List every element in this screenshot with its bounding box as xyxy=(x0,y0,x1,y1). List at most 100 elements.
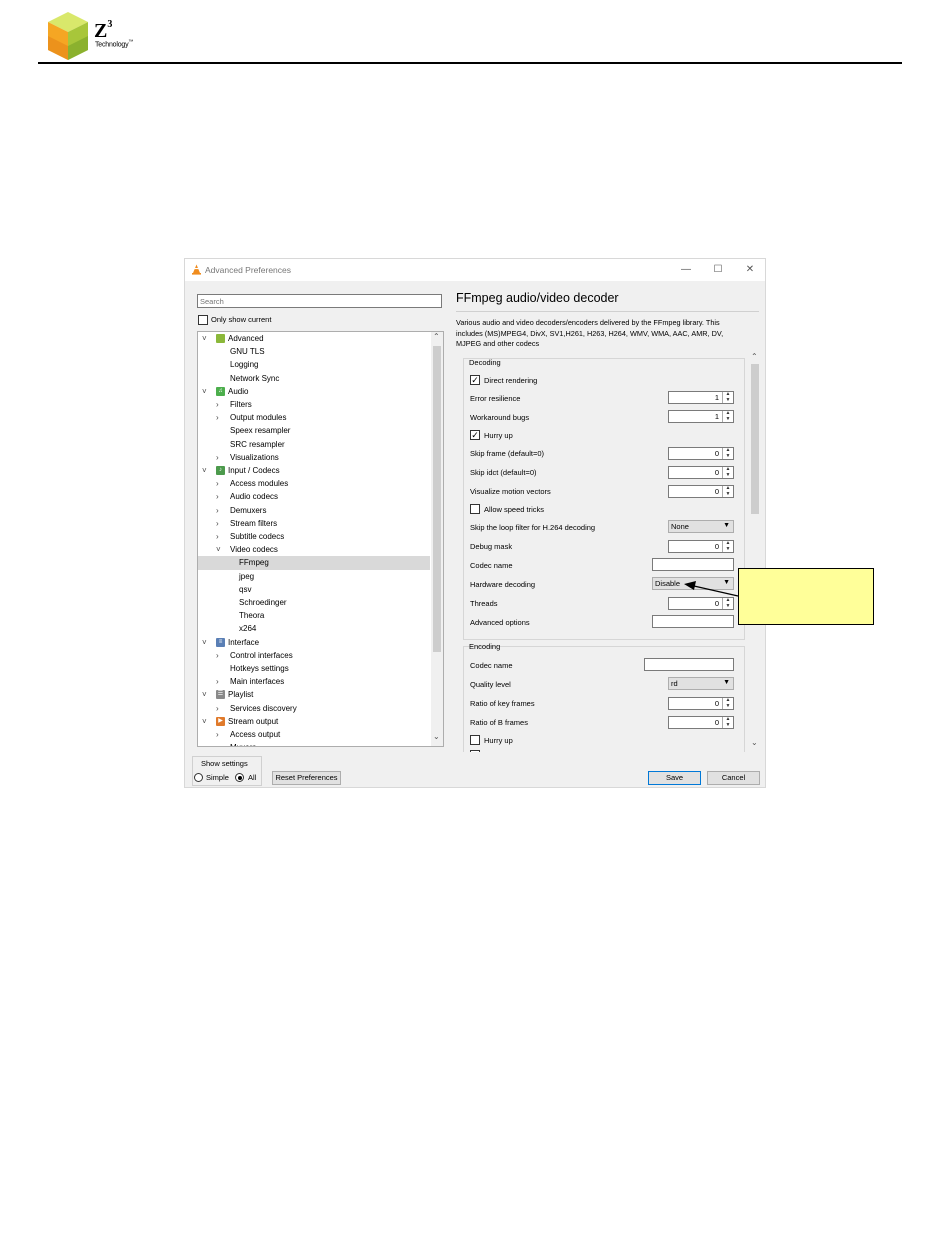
skip-idct-spinbox[interactable]: 0 ▲ ▼ xyxy=(668,466,734,479)
tree-item[interactable]: › Main interfaces xyxy=(198,675,430,688)
chevron-right-icon[interactable]: › xyxy=(216,675,219,688)
skip-loop-filter-dropdown[interactable]: None ▼ xyxy=(668,520,734,533)
ratio-key-frames-spinbox[interactable]: 0 ▲ ▼ xyxy=(668,697,734,710)
chevron-right-icon[interactable]: › xyxy=(216,649,219,662)
tree-scroll-thumb[interactable] xyxy=(433,346,441,652)
tree-item[interactable]: Network Sync xyxy=(198,372,430,385)
encoding-codec-name-input[interactable] xyxy=(644,658,734,671)
tree-item[interactable]: Hotkeys settings xyxy=(198,662,430,675)
chevron-right-icon[interactable]: › xyxy=(216,451,219,464)
advanced-options-input[interactable] xyxy=(652,615,734,628)
tree-item[interactable]: ˅ ♪ Input / Codecs xyxy=(198,464,430,477)
direct-rendering-checkbox[interactable]: ✓ xyxy=(470,375,480,385)
tree-item[interactable]: ˅ ♫ Audio xyxy=(198,385,430,398)
tree-item[interactable]: › Visualizations xyxy=(198,451,430,464)
scroll-up-icon[interactable]: ⌃ xyxy=(433,332,440,341)
save-button[interactable]: Save xyxy=(648,771,701,785)
tree-item[interactable]: Theora xyxy=(198,609,430,622)
chevron-down-icon[interactable]: ˅ xyxy=(202,332,207,345)
encoding-hurry-up-checkbox[interactable] xyxy=(470,735,480,745)
tree-item[interactable]: › Control interfaces xyxy=(198,649,430,662)
minimize-button[interactable]: — xyxy=(673,262,699,278)
preferences-tree[interactable]: ˅ Advanced GNU TLS Logging Network Sync ˅ ♫ Aud… xyxy=(197,331,444,747)
spin-arrows-icon[interactable]: ▲ ▼ xyxy=(722,697,733,709)
chevron-right-icon[interactable]: › xyxy=(216,490,219,503)
settings-scroll-thumb[interactable] xyxy=(751,364,759,514)
close-button[interactable]: ✕ xyxy=(737,262,763,278)
tree-item[interactable]: GNU TLS xyxy=(198,345,430,358)
allow-speed-tricks-checkbox[interactable] xyxy=(470,504,480,514)
tree-item[interactable]: Speex resampler xyxy=(198,424,430,437)
spin-arrows-icon[interactable]: ▲ ▼ xyxy=(722,540,733,552)
chevron-down-icon[interactable]: ▼ xyxy=(723,579,730,586)
tree-item[interactable]: x264 xyxy=(198,622,430,635)
tree-item[interactable]: › Stream filters xyxy=(198,517,430,530)
settings-scrollbar[interactable]: ⌃ ⌄ xyxy=(749,352,761,752)
tree-item[interactable]: › Access modules xyxy=(198,477,430,490)
workaround-bugs-spinbox[interactable]: 1 ▲ ▼ xyxy=(668,410,734,423)
chevron-right-icon[interactable]: › xyxy=(216,504,219,517)
scroll-down-icon[interactable]: ⌄ xyxy=(751,738,758,747)
tree-item[interactable]: › Audio codecs xyxy=(198,490,430,503)
only-show-current-checkbox[interactable] xyxy=(198,315,208,325)
visualize-motion-spinbox[interactable]: 0 ▲ ▼ xyxy=(668,485,734,498)
tree-item[interactable]: › Filters xyxy=(198,398,430,411)
spin-arrows-icon[interactable]: ▲ ▼ xyxy=(722,410,733,422)
hurry-up-checkbox[interactable]: ✓ xyxy=(470,430,480,440)
spin-arrows-icon[interactable]: ▲ ▼ xyxy=(722,466,733,478)
spin-arrows-icon[interactable]: ▲ ▼ xyxy=(722,391,733,403)
search-input[interactable] xyxy=(197,294,442,308)
threads-spinbox[interactable]: 0 ▲ ▼ xyxy=(668,597,734,610)
hardware-decoding-dropdown[interactable]: Disable ▼ xyxy=(652,577,734,590)
tree-item[interactable]: › Muxers xyxy=(198,741,430,746)
spin-arrows-icon[interactable]: ▲ ▼ xyxy=(722,447,733,459)
debug-mask-spinbox[interactable]: 0 ▲ ▼ xyxy=(668,540,734,553)
reset-preferences-button[interactable]: Reset Preferences xyxy=(272,771,341,785)
chevron-down-icon[interactable]: ▼ xyxy=(723,679,730,686)
tree-item[interactable]: ˅ ≡ Interface xyxy=(198,636,430,649)
tree-item[interactable]: Schroedinger xyxy=(198,596,430,609)
spin-arrows-icon[interactable]: ▲ ▼ xyxy=(722,485,733,497)
tree-item[interactable]: › Output modules xyxy=(198,411,430,424)
chevron-right-icon[interactable]: › xyxy=(216,728,219,741)
all-radio[interactable] xyxy=(235,773,244,782)
codec-name-input[interactable] xyxy=(652,558,734,571)
next-option-checkbox[interactable] xyxy=(470,750,480,752)
tree-item[interactable]: qsv xyxy=(198,583,430,596)
tree-scrollbar[interactable]: ⌃ ⌄ xyxy=(431,332,443,746)
tree-item[interactable]: ˅ Video codecs xyxy=(198,543,430,556)
quality-level-dropdown[interactable]: rd ▼ xyxy=(668,677,734,690)
chevron-down-icon[interactable]: ˅ xyxy=(202,688,207,701)
chevron-right-icon[interactable]: › xyxy=(216,411,219,424)
chevron-right-icon[interactable]: › xyxy=(216,398,219,411)
tree-item[interactable]: ˅ ☰ Playlist xyxy=(198,688,430,701)
chevron-right-icon[interactable]: › xyxy=(216,741,219,746)
tree-item[interactable]: › Services discovery xyxy=(198,702,430,715)
chevron-right-icon[interactable]: › xyxy=(216,702,219,715)
chevron-down-icon[interactable]: ˅ xyxy=(202,715,207,728)
ratio-b-frames-spinbox[interactable]: 0 ▲ ▼ xyxy=(668,716,734,729)
chevron-right-icon[interactable]: › xyxy=(216,477,219,490)
chevron-down-icon[interactable]: ˅ xyxy=(202,385,207,398)
simple-radio[interactable] xyxy=(194,773,203,782)
tree-item[interactable]: ˅ ▶ Stream output xyxy=(198,715,430,728)
scroll-down-icon[interactable]: ⌄ xyxy=(433,732,440,741)
chevron-right-icon[interactable]: › xyxy=(216,517,219,530)
skip-frame-spinbox[interactable]: 0 ▲ ▼ xyxy=(668,447,734,460)
tree-item[interactable]: ˅ Advanced xyxy=(198,332,430,345)
chevron-down-icon[interactable]: ˅ xyxy=(202,636,207,649)
spin-arrows-icon[interactable]: ▲ ▼ xyxy=(722,597,733,609)
chevron-down-icon[interactable]: ˅ xyxy=(202,464,207,477)
tree-item[interactable]: SRC resampler xyxy=(198,438,430,451)
chevron-right-icon[interactable]: › xyxy=(216,530,219,543)
maximize-button[interactable]: ☐ xyxy=(705,262,731,278)
tree-item[interactable]: › Demuxers xyxy=(198,504,430,517)
tree-item[interactable]: Logging xyxy=(198,358,430,371)
chevron-down-icon[interactable]: ▼ xyxy=(723,522,730,529)
error-resilience-spinbox[interactable]: 1 ▲ ▼ xyxy=(668,391,734,404)
tree-item[interactable]: › Access output xyxy=(198,728,430,741)
chevron-down-icon[interactable]: ˅ xyxy=(216,543,221,556)
tree-item[interactable]: jpeg xyxy=(198,570,430,583)
cancel-button[interactable]: Cancel xyxy=(707,771,760,785)
tree-item[interactable]: FFmpeg xyxy=(198,556,430,570)
